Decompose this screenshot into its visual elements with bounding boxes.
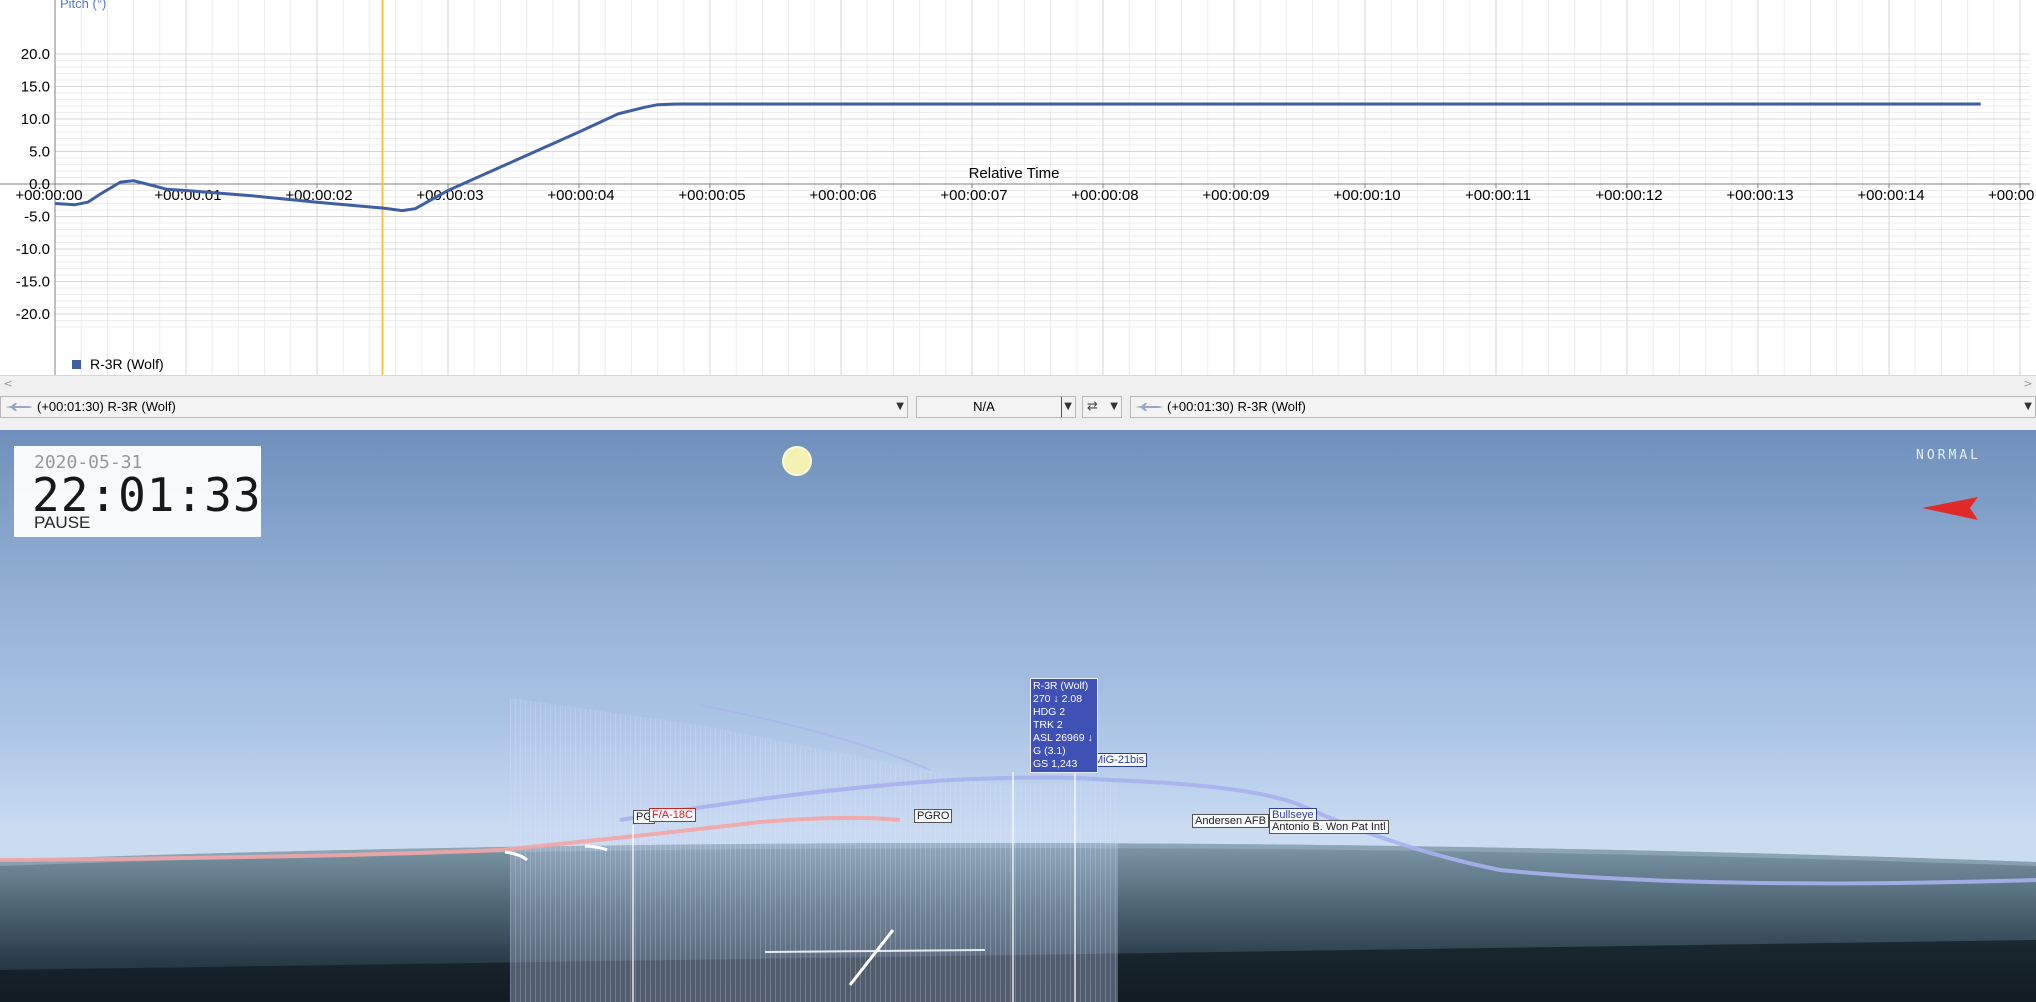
- x-axis-title: Relative Time: [969, 165, 1060, 182]
- x-tick-label: +00:00:06: [809, 187, 876, 204]
- pitch-chart[interactable]: 20.015.010.05.00.0-5.0-10.0-15.0-20.0 +0…: [0, 0, 2036, 375]
- object-tag-fa18c[interactable]: F/A-18C: [649, 808, 696, 822]
- y-tick-label: -10.0: [16, 241, 50, 258]
- x-tick-label: +00:00:12: [1595, 187, 1662, 204]
- sun-icon: [782, 446, 812, 476]
- x-tick-label: +00:00:04: [547, 187, 614, 204]
- secondary-object-select[interactable]: (+00:01:30) R-3R (Wolf) ▼: [1130, 396, 2036, 418]
- object-tag-mig21bis[interactable]: MiG-21bis: [1091, 753, 1148, 767]
- secondary-object-label: (+00:01:30) R-3R (Wolf): [1167, 399, 1306, 414]
- y-tick-label: 10.0: [21, 111, 50, 128]
- object-tag-pgro[interactable]: PGRO: [914, 809, 953, 823]
- y-tick-label: 5.0: [29, 144, 50, 161]
- x-tick-label: +00:00:09: [1202, 187, 1269, 204]
- x-tick-label: +00:00:08: [1071, 187, 1138, 204]
- view-mode-label: NORMAL: [1916, 448, 1981, 463]
- x-tick-label: +00:00:14: [1857, 187, 1924, 204]
- y-tick-label: 20.0: [21, 46, 50, 63]
- enemy-direction-marker-icon[interactable]: [1922, 497, 1978, 520]
- x-tick-label: +00:00:07: [940, 187, 1007, 204]
- chevron-down-icon[interactable]: ▼: [1061, 397, 1072, 417]
- primary-object-select[interactable]: (+00:01:30) R-3R (Wolf) ▼: [0, 396, 908, 418]
- x-tick-label: +00:00: [1988, 187, 2034, 204]
- x-tick-label: +00:00:10: [1333, 187, 1400, 204]
- graph-horizontal-scrollbar[interactable]: < >: [0, 375, 2036, 392]
- clock-state: PAUSE: [34, 513, 91, 532]
- sim-clock: 2020-05-31 22:01:33 PAUSE: [14, 446, 261, 537]
- info-line: TRK 2: [1033, 719, 1063, 731]
- relation-select[interactable]: N/A ▼: [916, 396, 1076, 418]
- object-tag-andersen-afb[interactable]: Andersen AFB: [1192, 814, 1269, 828]
- y-tick-label: -20.0: [16, 306, 50, 323]
- chevron-down-icon[interactable]: ▼: [1110, 397, 1118, 417]
- x-tick-label: +00:00:13: [1726, 187, 1793, 204]
- x-tick-label: +00:00:00: [15, 187, 82, 204]
- scroll-left-icon[interactable]: <: [0, 376, 16, 392]
- relation-value: N/A: [973, 399, 995, 414]
- 3d-viewport[interactable]: 2020-05-31 22:01:33 PAUSE NORMAL PG F/A-…: [0, 430, 2036, 1002]
- y-axis-title: Pitch (°): [60, 0, 106, 11]
- chevron-down-icon[interactable]: ▼: [896, 397, 904, 417]
- info-line: ASL 26969 ↓: [1033, 732, 1093, 744]
- info-line: HDG 2: [1033, 706, 1066, 718]
- info-line: GS 1,243: [1033, 758, 1078, 770]
- info-line: R-3R (Wolf): [1033, 680, 1089, 692]
- y-tick-label: -15.0: [16, 274, 50, 291]
- altitude-curtain-lines: [510, 698, 1118, 1002]
- info-line: G (3.1): [1033, 745, 1066, 757]
- info-line: 270 ↓ 2.08: [1033, 693, 1083, 705]
- legend-label[interactable]: R-3R (Wolf): [90, 356, 164, 372]
- primary-object-label: (+00:01:30) R-3R (Wolf): [37, 399, 176, 414]
- chevron-down-icon[interactable]: ▼: [2024, 397, 2032, 417]
- legend-swatch: [72, 360, 81, 369]
- object-selector-bar: (+00:01:30) R-3R (Wolf) ▼ N/A ▼ ⇄ ▼ (+00…: [0, 396, 2036, 420]
- swap-icon: ⇄: [1087, 399, 1098, 414]
- telemetry-graph-panel[interactable]: 20.0 15.0 10.0 5.0 0.0 -5.0 -10.0 -15.0 -20.0 +0…: [0, 0, 2036, 375]
- object-tag-antonio-airport[interactable]: Antonio B. Won Pat Intl: [1269, 820, 1389, 834]
- aircraft-icon: [1135, 403, 1163, 411]
- y-tick-label: 15.0: [21, 79, 50, 96]
- y-tick-label: -5.0: [24, 209, 50, 226]
- aircraft-icon: [5, 403, 33, 411]
- x-tick-label: +00:00:05: [678, 187, 745, 204]
- swap-objects-button[interactable]: ⇄ ▼: [1082, 396, 1122, 418]
- selected-object-info-box[interactable]: R-3R (Wolf) 270 ↓ 2.08 HDG 2 TRK 2 ASL 2…: [1030, 678, 1098, 773]
- scroll-right-icon[interactable]: >: [2020, 376, 2036, 392]
- x-tick-label: +00:00:11: [1465, 187, 1531, 204]
- scene-canvas[interactable]: [0, 430, 2036, 1002]
